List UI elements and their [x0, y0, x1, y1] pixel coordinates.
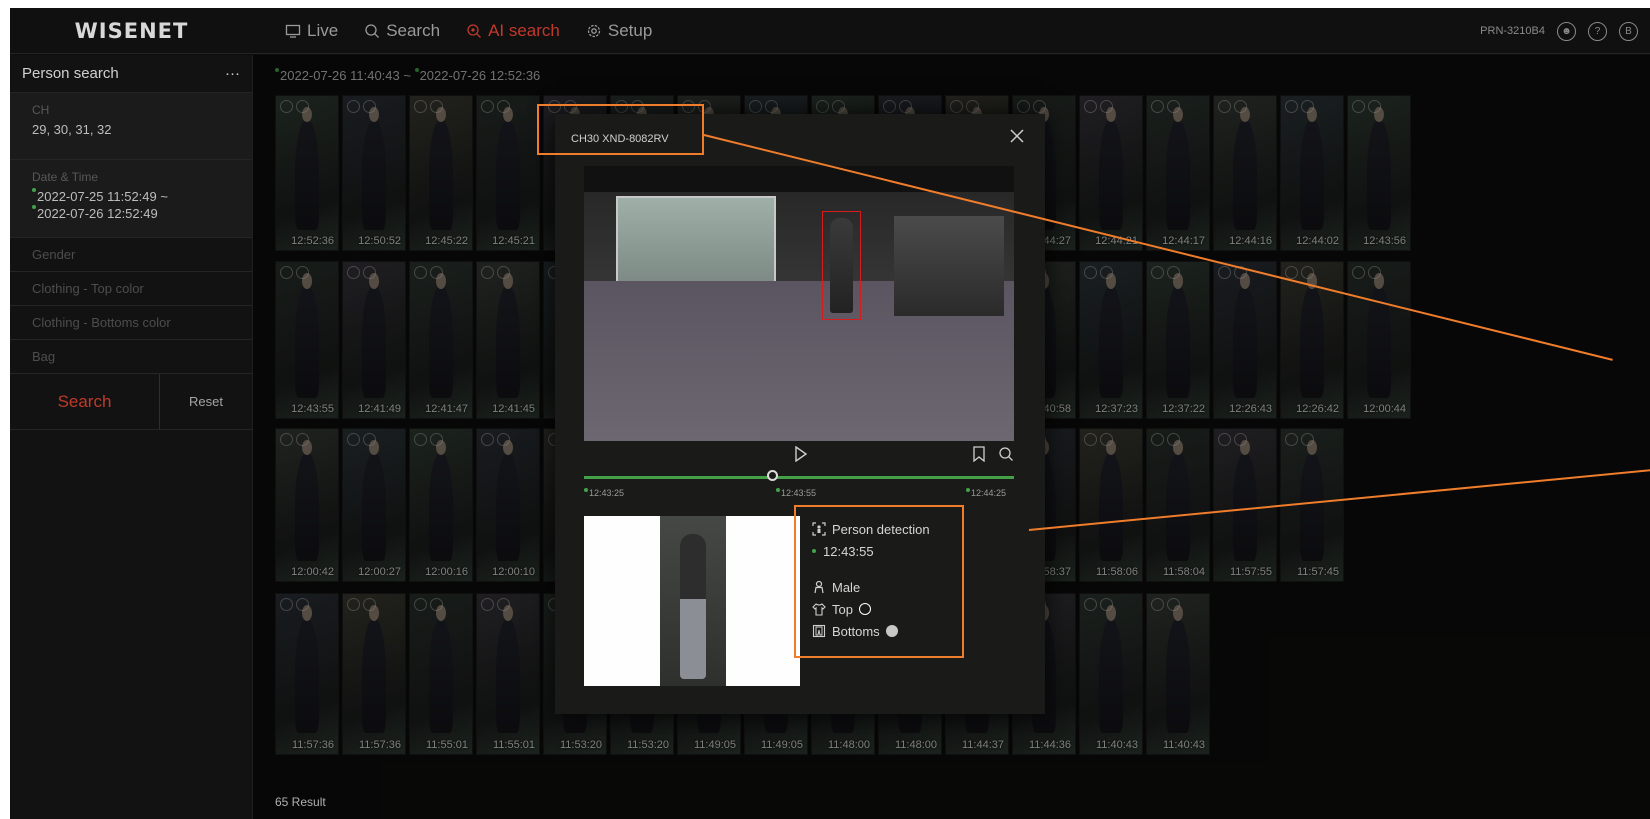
timeline-start: 12:43:25: [584, 488, 624, 498]
datetime-end: 2022-07-26 12:52:49: [32, 205, 230, 222]
account-badge[interactable]: B: [1619, 21, 1638, 41]
ai-search-icon: [467, 24, 482, 38]
more-options-icon[interactable]: ···: [225, 65, 240, 82]
annotation-title-box: [537, 104, 704, 155]
nav-setup-label: Setup: [607, 21, 653, 40]
app-window: WISENET Live Search AI search Setup PRN-…: [10, 8, 1650, 819]
main-nav: Live Search AI search Setup: [285, 8, 652, 54]
search-icon: [365, 24, 380, 38]
video-glass-room: [616, 196, 776, 284]
nav-live[interactable]: Live: [285, 21, 338, 41]
datetime-start: 2022-07-25 11:52:49 ~: [32, 188, 230, 205]
search-button[interactable]: Search: [10, 374, 160, 429]
timeline-start-text: 12:43:25: [589, 488, 625, 498]
play-icon[interactable]: [794, 446, 808, 462]
monitor-icon: [285, 24, 301, 38]
video-player[interactable]: [584, 166, 1014, 441]
help-icon[interactable]: ?: [1588, 21, 1607, 41]
start-dot: [32, 188, 36, 192]
timeline-knob[interactable]: [767, 470, 778, 481]
gear-icon: [587, 24, 601, 38]
tl-start-dot: [584, 488, 588, 492]
datetime-end-text: 2022-07-26 12:52:49: [37, 206, 158, 221]
timeline-mid-text: 12:43:55: [781, 488, 817, 498]
channel-label: CH: [32, 103, 50, 117]
annotation-info-box: [794, 505, 964, 658]
player-right-controls: [972, 446, 1014, 462]
timeline-mid: 12:43:55: [776, 488, 816, 498]
detection-bounding-box: [822, 211, 861, 320]
datetime-filter[interactable]: Date & Time 2022-07-25 11:52:49 ~ 2022-0…: [10, 160, 252, 238]
channel-filter[interactable]: CH 29, 30, 31, 32: [10, 93, 252, 160]
top-right-tools: PRN-3210B4 ☻ ? B: [1480, 8, 1638, 54]
sidebar-header: Person search ···: [10, 55, 252, 93]
nav-setup[interactable]: Setup: [586, 21, 652, 41]
crop-person: [680, 534, 706, 679]
filter-gender[interactable]: Gender: [10, 238, 252, 272]
tl-mid-dot: [776, 488, 780, 492]
nav-search-label: Search: [386, 21, 441, 40]
bookmark-icon[interactable]: [972, 446, 986, 462]
timeline-end: 12:44:25: [966, 488, 1006, 498]
video-ceiling: [584, 166, 1014, 192]
device-name: PRN-3210B4: [1480, 25, 1545, 37]
wisenet-logo: WISENET: [74, 19, 189, 43]
video-counter: [894, 216, 1004, 316]
datetime-start-text: 2022-07-25 11:52:49 ~: [37, 189, 168, 204]
filter-bottoms-color[interactable]: Clothing - Bottoms color: [10, 306, 252, 340]
result-count: 65 Result: [275, 795, 326, 809]
top-bar: WISENET Live Search AI search Setup PRN-…: [10, 8, 1650, 54]
reset-button[interactable]: Reset: [160, 374, 252, 429]
timeline-bar[interactable]: [584, 476, 1014, 479]
datetime-label: Date & Time: [32, 170, 99, 184]
end-dot: [32, 205, 36, 209]
nav-live-label: Live: [307, 21, 339, 40]
sidebar-actions: Search Reset: [10, 374, 252, 430]
timeline-end-text: 12:44:25: [971, 488, 1007, 498]
tl-end-dot: [966, 488, 970, 492]
channel-value: 29, 30, 31, 32: [32, 122, 112, 137]
filter-top-color[interactable]: Clothing - Top color: [10, 272, 252, 306]
player-controls: [584, 446, 1014, 472]
filter-bag[interactable]: Bag: [10, 340, 252, 374]
user-icon[interactable]: ☻: [1557, 21, 1576, 41]
person-crop-image: [584, 516, 800, 686]
nav-ai-search[interactable]: AI search: [466, 21, 560, 41]
zoom-icon[interactable]: [998, 446, 1014, 462]
nav-ai-search-label: AI search: [488, 21, 560, 40]
close-icon[interactable]: [1009, 128, 1025, 144]
nav-search[interactable]: Search: [364, 21, 440, 41]
sidebar-title: Person search: [22, 65, 119, 82]
search-sidebar: Person search ··· CH 29, 30, 31, 32 Date…: [10, 55, 253, 819]
